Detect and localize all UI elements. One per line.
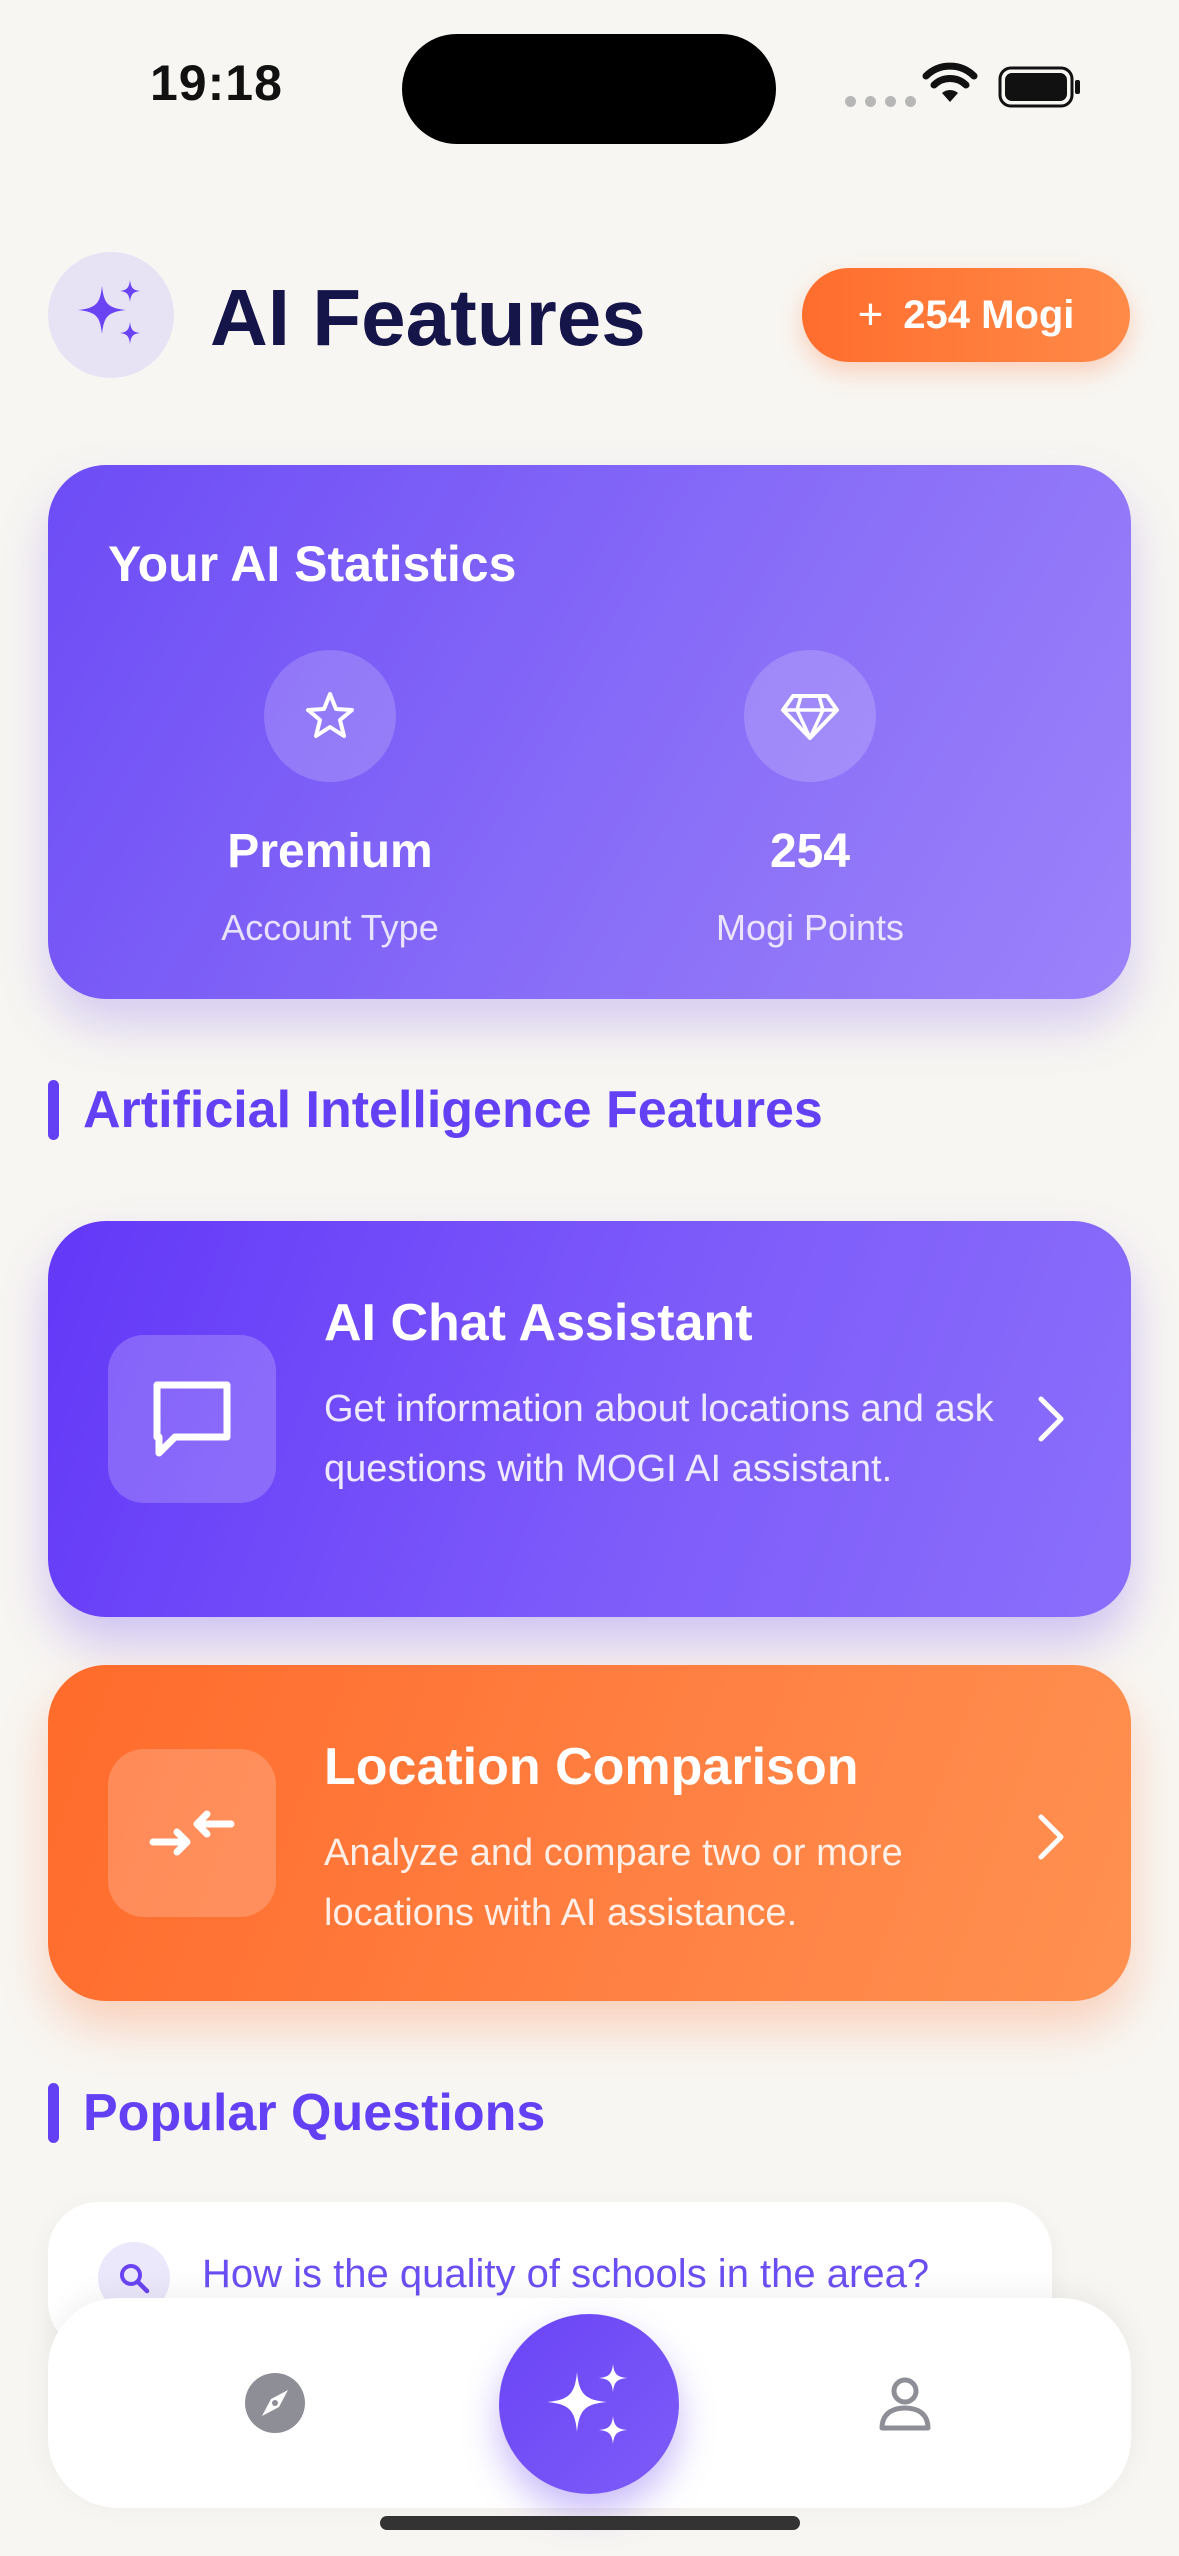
stat-value: 254 — [769, 825, 851, 878]
wifi-icon — [922, 62, 978, 102]
feature-title: AI Chat Assistant — [324, 1294, 753, 1352]
stats-title: Your AI Statistics — [108, 536, 517, 592]
ai-statistics-card: Your AI Statistics Premium Account Type … — [48, 465, 1131, 999]
question-text: How is the quality of schools in the are… — [202, 2252, 930, 2296]
status-time: 19:18 — [150, 55, 283, 111]
stat-label: Account Type — [221, 907, 439, 948]
stat-label: Mogi Points — [715, 907, 905, 948]
compass-icon[interactable] — [244, 2372, 306, 2434]
section-heading-popular-questions: Popular Questions — [48, 2083, 545, 2143]
stat-value: Premium — [227, 825, 433, 878]
feature-title: Location Comparison — [324, 1738, 859, 1796]
section-title: Popular Questions — [83, 2084, 546, 2142]
sparkles-icon — [547, 2364, 627, 2444]
home-indicator — [380, 2516, 800, 2530]
mogi-points-button[interactable]: + 254 Mogi — [802, 268, 1130, 362]
feature-description: Get information about locations and ask … — [324, 1388, 994, 1490]
header-sparkles-icon — [48, 252, 174, 378]
ai-chat-assistant-card[interactable]: AI Chat Assistant Get information about … — [48, 1221, 1131, 1617]
chevron-right-icon — [1038, 1396, 1064, 1442]
bottom-nav — [48, 2298, 1131, 2508]
stat-account-type: Premium Account Type — [130, 650, 530, 949]
battery-icon — [998, 66, 1080, 108]
section-title: Artificial Intelligence Features — [83, 1081, 823, 1139]
section-heading-ai-features: Artificial Intelligence Features — [48, 1080, 823, 1140]
mogi-points-label: 254 Mogi — [903, 292, 1075, 337]
page-title: AI Features — [210, 273, 646, 362]
compare-arrows-icon — [108, 1749, 276, 1917]
chevron-right-icon — [1038, 1814, 1064, 1860]
dynamic-island — [402, 34, 776, 144]
profile-icon[interactable] — [874, 2372, 936, 2434]
location-comparison-card[interactable]: Location Comparison Analyze and compare … — [48, 1665, 1131, 2001]
signal-dots-icon — [845, 96, 916, 107]
section-accent-bar — [48, 1080, 59, 1140]
diamond-icon — [744, 650, 876, 782]
section-accent-bar — [48, 2083, 59, 2143]
star-icon — [264, 650, 396, 782]
feature-description: Analyze and compare two or more location… — [324, 1832, 903, 1934]
stat-mogi-points: 254 Mogi Points — [610, 650, 1010, 949]
plus-icon: + — [857, 290, 884, 339]
ai-features-nav-button[interactable] — [499, 2314, 679, 2494]
chat-bubble-icon — [108, 1335, 276, 1503]
